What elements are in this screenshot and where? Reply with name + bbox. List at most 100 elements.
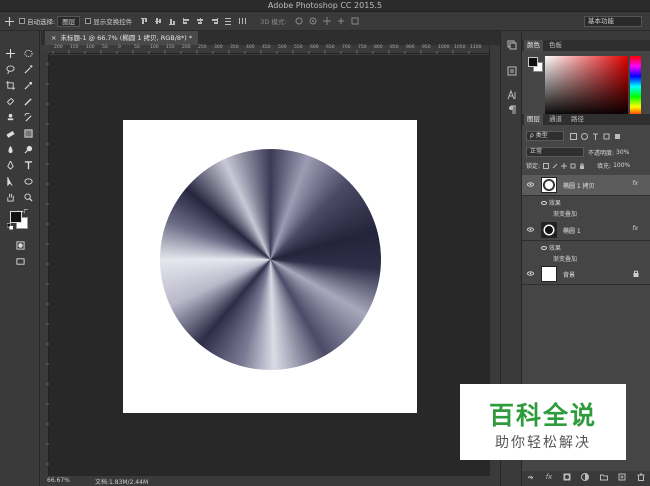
distribute-h-icon[interactable] bbox=[238, 17, 247, 25]
filter-smart-object-icon[interactable] bbox=[614, 133, 621, 140]
healing-brush-tool-icon[interactable] bbox=[5, 97, 15, 106]
adjustment-icon[interactable] bbox=[581, 473, 590, 481]
eyedropper-tool-icon[interactable] bbox=[23, 81, 33, 90]
mask-icon[interactable] bbox=[563, 473, 571, 481]
lasso-tool-icon[interactable] bbox=[5, 65, 15, 74]
distribute-icon[interactable] bbox=[224, 17, 232, 25]
3d-rotate-icon[interactable] bbox=[295, 17, 303, 25]
history-brush-tool-icon[interactable] bbox=[23, 113, 33, 122]
align-center-icon[interactable] bbox=[196, 17, 204, 25]
auto-select-checkbox[interactable] bbox=[19, 18, 25, 24]
align-left-icon[interactable] bbox=[182, 17, 190, 25]
align-right-icon[interactable] bbox=[210, 17, 219, 25]
document-canvas[interactable] bbox=[123, 120, 417, 413]
ellipse-tool-icon[interactable] bbox=[23, 177, 33, 186]
effect-row[interactable]: 渐变叠加 bbox=[553, 209, 577, 218]
clone-stamp-tool-icon[interactable] bbox=[5, 113, 15, 122]
fx-icon[interactable]: fx bbox=[632, 225, 638, 232]
zoom-tool-icon[interactable] bbox=[23, 193, 33, 202]
path-selection-tool-icon[interactable] bbox=[5, 177, 15, 186]
new-layer-icon[interactable] bbox=[618, 473, 626, 481]
trash-icon[interactable] bbox=[637, 473, 645, 481]
document-tab-close[interactable]: × bbox=[51, 31, 56, 45]
hue-slider[interactable] bbox=[630, 56, 641, 117]
properties-panel-icon[interactable] bbox=[507, 66, 517, 76]
blend-mode-dropdown[interactable]: 正常 bbox=[526, 147, 584, 157]
type-tool-icon[interactable] bbox=[23, 161, 33, 170]
align-top-icon[interactable] bbox=[140, 17, 148, 25]
lock-all-icon[interactable] bbox=[579, 163, 585, 169]
move-tool-options-icon[interactable] bbox=[5, 16, 14, 26]
move-tool-icon[interactable] bbox=[5, 49, 15, 58]
brush-tool-icon[interactable] bbox=[23, 97, 33, 106]
3d-pan-icon[interactable] bbox=[322, 17, 331, 25]
default-colors-icon[interactable] bbox=[7, 222, 13, 229]
layer-ellipse-copy[interactable]: 椭圆 1 拷贝 fx bbox=[522, 175, 650, 196]
character-panel-icon[interactable] bbox=[507, 89, 517, 100]
history-panel-icon[interactable] bbox=[507, 40, 517, 50]
show-transform-checkbox[interactable] bbox=[85, 18, 92, 24]
auto-select-dropdown[interactable]: 图层 bbox=[57, 15, 81, 27]
canvas-area[interactable] bbox=[49, 55, 489, 476]
quick-mask-icon[interactable] bbox=[15, 241, 25, 250]
effect-row[interactable]: 渐变叠加 bbox=[553, 254, 577, 263]
tab-channels[interactable]: 通道 bbox=[546, 114, 565, 125]
color-panel-foreground-swatch[interactable] bbox=[528, 57, 538, 67]
visibility-eye-icon[interactable] bbox=[527, 271, 534, 276]
filter-shape-icon[interactable] bbox=[603, 133, 610, 140]
visibility-eye-icon[interactable] bbox=[527, 182, 534, 187]
opacity-value[interactable]: 30% bbox=[616, 149, 629, 156]
layer-name[interactable]: 椭圆 1 拷贝 bbox=[563, 181, 595, 190]
layer-background[interactable]: 背景 bbox=[522, 264, 650, 285]
screen-mode-icon[interactable] bbox=[15, 257, 25, 266]
pen-tool-icon[interactable] bbox=[5, 161, 15, 170]
3d-scale-icon[interactable] bbox=[351, 17, 359, 25]
visibility-eye-icon[interactable] bbox=[541, 201, 547, 205]
hand-tool-icon[interactable] bbox=[5, 193, 15, 202]
color-picker-field[interactable] bbox=[545, 56, 628, 117]
fx-icon[interactable]: fx bbox=[546, 473, 553, 481]
workspace-dropdown[interactable]: 基本功能 bbox=[584, 16, 642, 27]
filter-pixel-icon[interactable] bbox=[570, 132, 577, 140]
fill-value[interactable]: 100% bbox=[613, 162, 630, 169]
document-tab[interactable]: × 未标题-1 @ 66.7% (椭圆 1 拷贝, RGB/8*) * bbox=[45, 31, 199, 45]
ellipse-shape[interactable] bbox=[160, 149, 381, 370]
filter-type-icon[interactable] bbox=[592, 133, 599, 140]
lock-position-icon[interactable] bbox=[561, 162, 568, 169]
3d-slide-icon[interactable] bbox=[337, 17, 345, 25]
zoom-level[interactable]: 66.67% bbox=[47, 477, 70, 484]
3d-roll-icon[interactable] bbox=[309, 17, 317, 25]
crop-tool-icon[interactable] bbox=[5, 81, 15, 90]
layer-ellipse[interactable]: 椭圆 1 fx bbox=[522, 220, 650, 241]
lock-artboard-icon[interactable] bbox=[570, 163, 576, 169]
tab-paths[interactable]: 路径 bbox=[568, 114, 587, 125]
effects-row[interactable]: 效果 bbox=[541, 243, 561, 252]
tab-layers[interactable]: 图层 bbox=[524, 114, 543, 125]
blur-tool-icon[interactable] bbox=[5, 145, 15, 154]
foreground-color-swatch[interactable] bbox=[10, 211, 22, 223]
magic-wand-tool-icon[interactable] bbox=[23, 65, 33, 74]
lock-image-icon[interactable] bbox=[552, 163, 558, 169]
dodge-tool-icon[interactable] bbox=[23, 145, 33, 154]
marquee-tool-icon[interactable] bbox=[23, 49, 33, 58]
visibility-eye-icon[interactable] bbox=[541, 246, 547, 250]
layer-name[interactable]: 椭圆 1 bbox=[563, 226, 581, 235]
gradient-tool-icon[interactable] bbox=[23, 129, 33, 138]
align-bottom-icon[interactable] bbox=[168, 17, 176, 25]
layer-filter-dropdown[interactable]: ρ 类型 bbox=[526, 131, 564, 141]
visibility-eye-icon[interactable] bbox=[527, 227, 534, 232]
eraser-tool-icon[interactable] bbox=[5, 129, 15, 138]
fx-icon[interactable]: fx bbox=[632, 180, 638, 187]
paragraph-panel-icon[interactable] bbox=[507, 105, 517, 115]
group-icon[interactable] bbox=[599, 473, 608, 481]
layer-name[interactable]: 背景 bbox=[563, 270, 575, 279]
link-icon[interactable] bbox=[527, 473, 535, 481]
lock-transparent-icon[interactable] bbox=[543, 162, 550, 169]
align-middle-icon[interactable] bbox=[154, 17, 162, 25]
tab-color[interactable]: 颜色 bbox=[524, 40, 543, 51]
effects-row[interactable]: 效果 bbox=[541, 198, 561, 207]
filter-adjustment-icon[interactable] bbox=[581, 132, 588, 140]
show-transform-option[interactable]: 显示变换控件 bbox=[85, 16, 132, 26]
tab-swatches[interactable]: 色板 bbox=[546, 40, 565, 51]
auto-select-option[interactable]: 自动选择: 图层 bbox=[19, 15, 81, 27]
